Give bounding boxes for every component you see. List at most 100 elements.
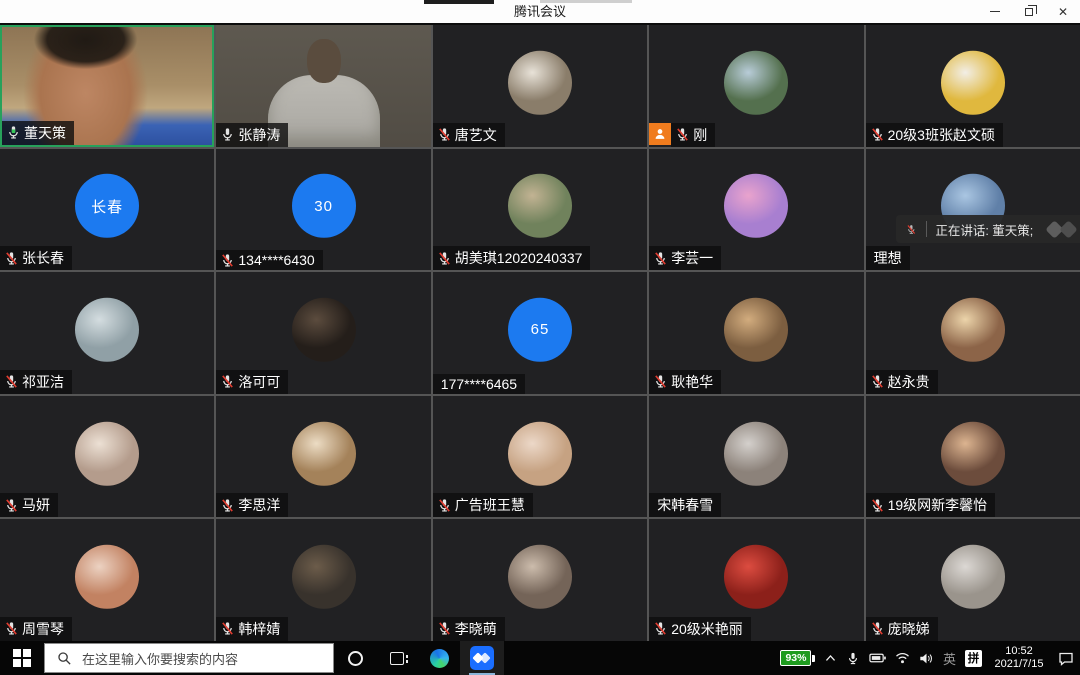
- participant-tile[interactable]: 李思洋: [216, 396, 430, 518]
- mic-icon: [437, 251, 452, 266]
- participant-label: 董天策: [2, 121, 74, 145]
- mic-icon: [870, 498, 885, 513]
- participant-label: 广告班王慧: [433, 493, 533, 517]
- participant-tile[interactable]: 周雪琴: [0, 519, 214, 641]
- participant-tile[interactable]: 19级网新李馨怡: [866, 396, 1080, 518]
- participant-grid: 董天策: [0, 25, 1080, 641]
- edge-button[interactable]: [418, 641, 460, 675]
- cortana-button[interactable]: [334, 641, 376, 675]
- mic-icon: [220, 621, 235, 636]
- mic-icon: [437, 621, 452, 636]
- participant-tile[interactable]: 广告班王慧: [433, 396, 647, 518]
- start-button[interactable]: [0, 641, 44, 675]
- mic-icon: [4, 374, 19, 389]
- participant-name: 刚: [693, 125, 707, 145]
- avatar: [292, 421, 356, 485]
- search-placeholder: 在这里输入你要搜索的内容: [82, 649, 238, 668]
- participant-tile[interactable]: 20级米艳丽: [649, 519, 863, 641]
- participant-tile[interactable]: 韩梓婧: [216, 519, 430, 641]
- participant-name: 唐艺文: [455, 125, 497, 145]
- avatar: 65: [508, 298, 572, 362]
- action-center-icon[interactable]: [1058, 651, 1074, 666]
- avatar: 30: [292, 174, 356, 238]
- clock-date: 2021/7/15: [991, 658, 1047, 671]
- mic-icon: [4, 621, 19, 636]
- participant-label: 赵永贵: [866, 370, 938, 394]
- avatar: [75, 298, 139, 362]
- tray-mic-icon[interactable]: [846, 651, 860, 666]
- clock-time: 10:52: [991, 645, 1047, 658]
- tray-chevron-icon[interactable]: [824, 653, 837, 663]
- participant-tile[interactable]: 20级3班张赵文硕: [866, 25, 1080, 147]
- battery-badge[interactable]: 93%: [780, 650, 815, 666]
- participant-tile[interactable]: 董天策: [0, 25, 214, 147]
- tray-network-icon[interactable]: [895, 652, 910, 664]
- participant-label: 胡美琪12020240337: [433, 246, 591, 270]
- mic-icon: [4, 251, 19, 266]
- avatar: [724, 298, 788, 362]
- participant-tile[interactable]: 张静涛: [216, 25, 430, 147]
- mic-icon: [220, 253, 235, 268]
- task-view-button[interactable]: [376, 641, 418, 675]
- mic-icon: [6, 125, 21, 140]
- meeting-app-button[interactable]: [460, 641, 504, 675]
- tray-volume-icon[interactable]: [919, 652, 934, 665]
- close-button[interactable]: ✕: [1046, 0, 1080, 23]
- participant-label: 祁亚洁: [0, 370, 72, 394]
- participant-tile[interactable]: 耿艳华: [649, 272, 863, 394]
- participant-tile[interactable]: 赵永贵: [866, 272, 1080, 394]
- participant-label: 唐艺文: [433, 123, 505, 147]
- participant-name: 胡美琪12020240337: [455, 248, 583, 268]
- restore-icon: [1025, 8, 1033, 16]
- participant-tile[interactable]: 李晓萌: [433, 519, 647, 641]
- participant-tile[interactable]: 李芸一: [649, 149, 863, 271]
- mic-icon: [220, 127, 235, 142]
- tray-battery-icon[interactable]: [869, 652, 886, 664]
- minimize-button[interactable]: [978, 0, 1012, 23]
- toast-divider: [926, 221, 927, 237]
- participant-tile[interactable]: 宋韩春雪: [649, 396, 863, 518]
- restore-button[interactable]: [1012, 0, 1046, 23]
- participant-name: 李思洋: [238, 495, 280, 515]
- participant-tile[interactable]: 理想: [866, 149, 1080, 271]
- avatar: [724, 421, 788, 485]
- participant-label: 理想: [866, 246, 910, 270]
- participant-label: 周雪琴: [0, 617, 72, 641]
- avatar: [724, 51, 788, 115]
- avatar-initials: 30: [314, 198, 333, 215]
- participant-name: 祁亚洁: [22, 372, 64, 392]
- taskbar-search[interactable]: 在这里输入你要搜索的内容: [44, 643, 334, 673]
- mic-icon: [653, 374, 668, 389]
- participant-name: 庞晓娣: [888, 619, 930, 639]
- participant-name: 周雪琴: [22, 619, 64, 639]
- avatar: [724, 174, 788, 238]
- participant-label: 耿艳华: [649, 370, 721, 394]
- participant-tile[interactable]: 65: [433, 272, 647, 394]
- participant-tile[interactable]: 祁亚洁: [0, 272, 214, 394]
- participant-tile[interactable]: 长春: [0, 149, 214, 271]
- avatar-initials: 长春: [91, 196, 123, 217]
- avatar: 长春: [75, 174, 139, 238]
- participant-name: 20级米艳丽: [671, 619, 743, 639]
- participant-tile[interactable]: 30: [216, 149, 430, 271]
- participant-tile[interactable]: 刚: [649, 25, 863, 147]
- participant-tile[interactable]: 唐艺文: [433, 25, 647, 147]
- ime-indicator[interactable]: 拼: [965, 650, 982, 667]
- mic-icon: [653, 621, 668, 636]
- participant-tile[interactable]: 马妍: [0, 396, 214, 518]
- participant-label: 庞晓娣: [866, 617, 938, 641]
- taskbar-clock[interactable]: 10:52 2021/7/15: [991, 645, 1047, 671]
- tencent-meeting-window: 腾讯会议 ✕: [0, 0, 1080, 675]
- avatar: [75, 545, 139, 609]
- lang-indicator[interactable]: 英: [943, 649, 956, 668]
- participant-label: 张静涛: [216, 123, 288, 147]
- participant-name: 董天策: [24, 123, 66, 143]
- participant-label: 20级3班张赵文硕: [866, 123, 1003, 147]
- participant-tile[interactable]: 胡美琪12020240337: [433, 149, 647, 271]
- participant-name: 李芸一: [671, 248, 713, 268]
- avatar-initials: 65: [531, 321, 550, 338]
- participant-tile[interactable]: 庞晓娣: [866, 519, 1080, 641]
- avatar: [508, 421, 572, 485]
- avatar: [941, 421, 1005, 485]
- participant-tile[interactable]: 洛可可: [216, 272, 430, 394]
